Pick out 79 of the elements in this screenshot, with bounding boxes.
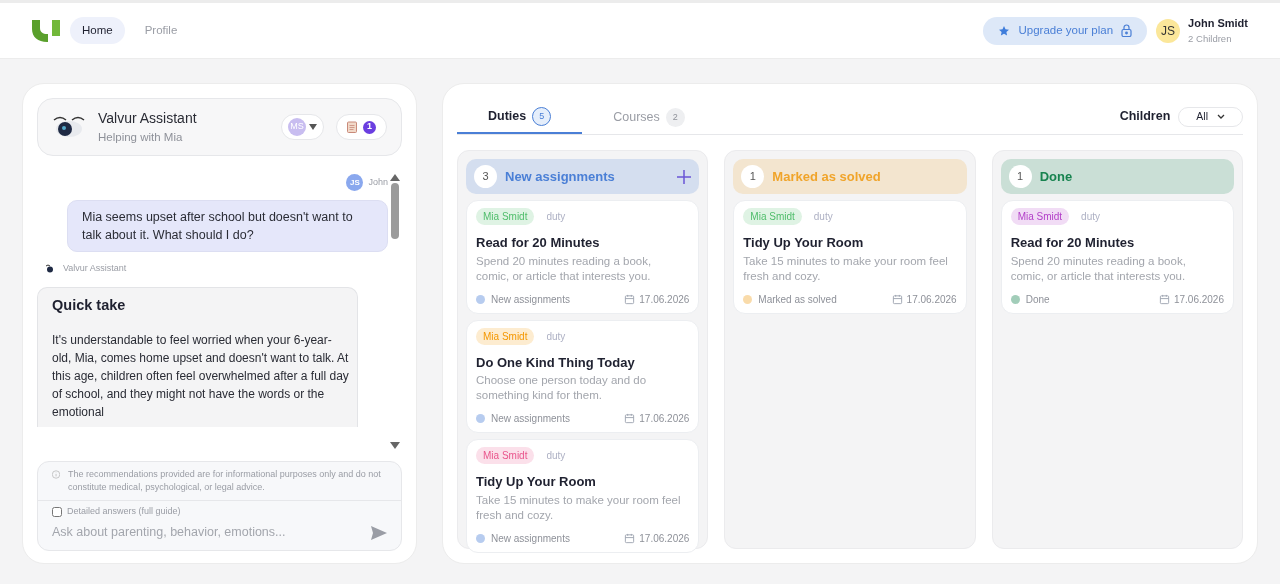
tab[interactable]: Duties 5 bbox=[457, 101, 583, 134]
user-avatar[interactable]: JS bbox=[1156, 18, 1181, 43]
task-card[interactable]: Mia Smidt duty Tidy Up Your Room Take 15 minutes to make your room feel fresh and cozy. Marked as solved 17.06.2026 bbox=[733, 200, 967, 314]
column-title: New assignments bbox=[505, 167, 615, 186]
task-description: Choose one person today and do something kind for them. bbox=[476, 373, 648, 403]
due-date: 17.06.2026 bbox=[906, 292, 957, 307]
due-date: 17.06.2026 bbox=[639, 531, 690, 546]
child-tag: Mia Smidt bbox=[1010, 208, 1070, 225]
user-avatar: JS bbox=[346, 174, 364, 191]
child-tag: Mia Smidt bbox=[476, 447, 535, 464]
task-description: Spend 20 minutes reading a book, comic, or article that interests you. bbox=[476, 253, 653, 284]
disclaimer-text: The recommendations provided are for informational purposes only and do not constitute medical, psychological, or legal advice. bbox=[68, 467, 382, 494]
scrollbar-thumb[interactable] bbox=[391, 183, 399, 239]
task-description: Take 15 minutes to make your room feel fresh and cozy. bbox=[476, 492, 682, 523]
calendar-icon bbox=[1158, 293, 1170, 305]
scroll-down-icon[interactable] bbox=[390, 441, 400, 449]
column-title: Done bbox=[1039, 167, 1073, 186]
calendar-icon bbox=[624, 532, 636, 544]
due-date: 17.06.2026 bbox=[639, 292, 690, 307]
clipboard-icon bbox=[347, 121, 357, 133]
author-label: John bbox=[368, 175, 388, 189]
column-count: 1 bbox=[1008, 165, 1032, 188]
status-label: New assignments bbox=[491, 292, 570, 307]
task-card[interactable]: Mia Smidt duty Do One Kind Thing Today Choose one person today and do something kind for them. New assignments 17.06.2026 bbox=[466, 319, 700, 433]
task-description: Spend 20 minutes reading a book, comic, or article that interests you. bbox=[1010, 253, 1187, 284]
calendar-icon bbox=[624, 413, 636, 424]
type-label: duty bbox=[1081, 210, 1100, 224]
logo-icon[interactable] bbox=[32, 19, 60, 42]
user-message: Mia seems upset after school but doesn't want to talk about it. What should I do? bbox=[67, 200, 388, 252]
nav-tab[interactable]: Home bbox=[70, 16, 125, 45]
task-title: Do One Kind Thing Today bbox=[476, 353, 636, 372]
child-tag: Mia Smidt bbox=[476, 327, 535, 345]
task-card[interactable]: Mia Smidt duty Read for 20 Minutes Spend 20 minutes reading a book, comic, or article that interests you. Done 17.06.2026 bbox=[1000, 200, 1234, 314]
message-input[interactable]: Ask about parenting, behavior, emotions... bbox=[52, 523, 371, 542]
user-subtitle: 2 Children bbox=[1188, 31, 1233, 46]
assistant-subtitle: Helping with Mia bbox=[98, 129, 184, 145]
assistant-title: Valvur Assistant bbox=[98, 108, 198, 128]
status-label: Done bbox=[1025, 292, 1050, 307]
user-name: John Smidt bbox=[1188, 16, 1248, 32]
calendar-icon bbox=[891, 293, 903, 305]
column-title: Marked as solved bbox=[772, 167, 881, 186]
task-card[interactable]: Mia Smidt duty Read for 20 Minutes Spend 20 minutes reading a book, comic, or article that interests you. New assignments 17.06.2026 bbox=[466, 200, 700, 314]
type-label: duty bbox=[546, 210, 566, 224]
child-tag: Mia Smidt bbox=[476, 208, 535, 225]
task-title: Read for 20 Minutes bbox=[476, 234, 601, 252]
due-date: 17.06.2026 bbox=[639, 412, 690, 426]
type-label: duty bbox=[546, 449, 566, 463]
caret-icon bbox=[309, 124, 317, 130]
type-label: duty bbox=[546, 329, 566, 344]
scroll-up-icon[interactable] bbox=[390, 174, 400, 181]
calendar-icon bbox=[624, 293, 636, 305]
type-label: duty bbox=[813, 210, 833, 224]
add-icon[interactable] bbox=[677, 169, 692, 184]
task-description: Take 15 minutes to make your room feel fresh and cozy. bbox=[743, 253, 949, 284]
due-date: 17.06.2026 bbox=[1173, 292, 1224, 307]
task-title: Tidy Up Your Room bbox=[743, 234, 865, 252]
task-title: Read for 20 Minutes bbox=[1010, 234, 1136, 252]
star-icon bbox=[998, 24, 1011, 37]
eye-mascot-icon bbox=[52, 114, 86, 140]
filter-label: Children bbox=[1119, 108, 1171, 126]
status-label: New assignments bbox=[491, 412, 570, 426]
task-card[interactable]: Mia Smidt duty Tidy Up Your Room Take 15 minutes to make your room feel fresh and cozy. New assignments 17.06.2026 bbox=[466, 439, 700, 553]
notes-button[interactable]: 1 bbox=[336, 114, 387, 140]
child-tag: Mia Smidt bbox=[743, 208, 802, 225]
message-heading: Quick take bbox=[52, 295, 127, 315]
message-text: It's understandable to feel worried when your 6-year-old, Mia, comes home upset and doesn't want to talk. At this age, children often feel overwhelmed after a full day of school, and they might not have the words or the emotional bbox=[52, 332, 349, 422]
checkbox-label: Detailed answers (full guide) bbox=[67, 504, 181, 518]
task-title: Tidy Up Your Room bbox=[476, 473, 597, 491]
status-label: Marked as solved bbox=[758, 292, 837, 307]
info-icon bbox=[52, 467, 61, 481]
column-count: 1 bbox=[741, 165, 765, 188]
author-label: Valvur Assistant bbox=[63, 262, 127, 275]
detailed-checkbox[interactable] bbox=[52, 506, 62, 517]
column-count: 3 bbox=[474, 165, 497, 188]
send-icon[interactable] bbox=[371, 525, 387, 540]
lock-icon bbox=[1121, 24, 1133, 37]
status-label: New assignments bbox=[491, 531, 570, 546]
chevron-icon bbox=[1217, 114, 1225, 119]
eye-mascot-icon bbox=[45, 264, 55, 274]
